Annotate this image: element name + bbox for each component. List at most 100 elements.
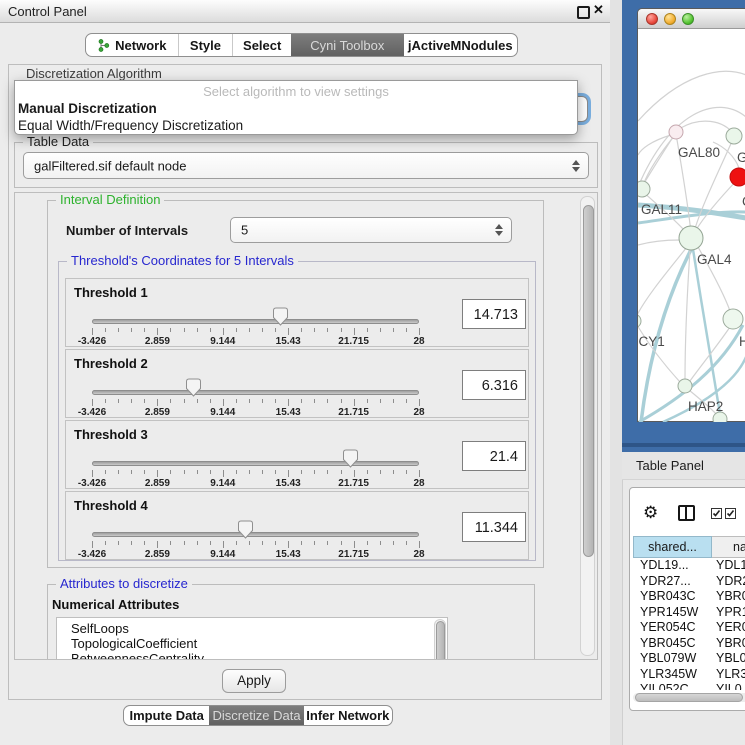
table-rows: YDL19...YDL1YDR27...YDR2YBR043CYBR0YPR14…: [633, 558, 745, 690]
tab-network[interactable]: Network: [86, 34, 178, 56]
num-intervals-combobox[interactable]: 5: [230, 217, 512, 243]
control-panel: Control Panel ✕ Network Style Select: [0, 0, 611, 745]
dropdown-option-equal-width[interactable]: Equal Width/Frequency Discretization: [18, 118, 243, 133]
network-window-titlebar[interactable]: [638, 9, 745, 29]
tab-impute-data[interactable]: Impute Data: [124, 706, 209, 725]
cell-name: YER0: [716, 620, 745, 634]
cell-shared-name: YBR043C: [640, 589, 696, 603]
threshold-value-field[interactable]: 11.344: [462, 512, 526, 542]
slider-tick: [275, 541, 276, 545]
dropdown-option-manual[interactable]: Manual Discretization: [18, 101, 157, 116]
network-node[interactable]: [638, 314, 641, 328]
scrollbar-thumb[interactable]: [436, 621, 445, 660]
attributes-scrollbar[interactable]: [434, 619, 446, 660]
slider-tick: [380, 541, 381, 545]
combo-spinner-icon: [494, 224, 503, 236]
table-row[interactable]: YIL052CYIL0: [633, 682, 745, 690]
slider-tick-label: 21.715: [338, 336, 369, 347]
network-node[interactable]: [726, 128, 742, 144]
apply-button[interactable]: Apply: [222, 669, 286, 693]
column-header-name[interactable]: na: [712, 536, 745, 558]
slider-tick-label: -3.426: [78, 478, 106, 489]
close-traffic-light-icon[interactable]: [646, 13, 658, 25]
slider-tick: [367, 328, 368, 332]
slider-tick: [144, 328, 145, 332]
table-row[interactable]: YPR145WYPR1: [633, 605, 745, 621]
table-row[interactable]: YBR043CYBR0: [633, 589, 745, 605]
slider-tick: [301, 541, 302, 545]
gear-icon[interactable]: ⚙: [643, 503, 658, 523]
slider-tick: [419, 470, 420, 477]
attributes-group: Attributes to discretize Numerical Attri…: [47, 584, 535, 660]
close-icon[interactable]: ✕: [593, 2, 604, 18]
checkbox-icon[interactable]: [711, 508, 722, 519]
attribute-item[interactable]: SelfLoops: [57, 621, 447, 636]
slider-handle[interactable]: [343, 449, 358, 468]
slider-handle[interactable]: [186, 378, 201, 397]
table-panel-card: ⚙ shared... na YDL19...YDL1YDR27...YDR2Y…: [629, 487, 745, 711]
settings-scrollpane: Interval Definition Number of Intervals …: [14, 192, 598, 660]
table-data-group-title: Table Data: [23, 135, 93, 149]
table-row[interactable]: YBR045CYBR0: [633, 636, 745, 652]
node-label: GCY1: [638, 334, 665, 349]
slider-tick: [236, 399, 237, 403]
network-node[interactable]: [638, 181, 650, 197]
tab-style[interactable]: Style: [178, 34, 233, 56]
slider-tick-label: 15.43: [276, 478, 301, 489]
table-row[interactable]: YDL19...YDL1: [633, 558, 745, 574]
table-row[interactable]: YDR27...YDR2: [633, 574, 745, 590]
slider-handle[interactable]: [238, 520, 253, 539]
column-settings-icon[interactable]: [678, 505, 695, 521]
network-edge: [638, 71, 745, 121]
slider-tick: [314, 399, 315, 403]
network-node[interactable]: [730, 168, 745, 186]
tab-cyni-toolbox[interactable]: Cyni Toolbox: [291, 34, 403, 56]
slider-track[interactable]: [92, 390, 419, 395]
network-node[interactable]: [679, 226, 703, 250]
column-header-shared[interactable]: shared...: [633, 536, 712, 558]
tab-jactivemnodules[interactable]: jActiveMNodules: [404, 34, 517, 56]
attribute-item[interactable]: BetweennessCentrality: [57, 651, 447, 660]
node-label: GAL11: [641, 202, 682, 217]
slider-tick-label: 21.715: [338, 407, 369, 418]
table-row[interactable]: YER054CYER0: [633, 620, 745, 636]
interval-definition-title: Interval Definition: [56, 193, 164, 207]
slider-tick: [144, 541, 145, 545]
slider-tick: [236, 328, 237, 332]
network-node[interactable]: [723, 309, 743, 329]
network-canvas[interactable]: GAL80GACGAL11GAL4GCY1HHAP2: [638, 29, 745, 422]
horizontal-scrollbar[interactable]: [633, 693, 745, 702]
scrollbar-thumb[interactable]: [635, 693, 743, 702]
table-row[interactable]: YLR345WYLR3: [633, 667, 745, 683]
table-panel-title: Table Panel: [636, 458, 704, 473]
slider-track[interactable]: [92, 461, 419, 466]
checkbox-icon[interactable]: [725, 508, 736, 519]
slider-tick-label: 15.43: [276, 407, 301, 418]
slider-handle[interactable]: [273, 307, 288, 326]
threshold-value-field[interactable]: 21.4: [462, 441, 526, 471]
slider-track[interactable]: [92, 319, 419, 324]
slider-tick: [236, 541, 237, 545]
attribute-item[interactable]: TopologicalCoefficient: [57, 636, 447, 651]
float-window-icon[interactable]: [577, 6, 590, 19]
table-row[interactable]: YBL079WYBL0: [633, 651, 745, 667]
threshold-value-field[interactable]: 14.713: [462, 299, 526, 329]
slider-tick: [157, 470, 158, 477]
table-data-combobox[interactable]: galFiltered.sif default node: [23, 152, 589, 179]
network-node[interactable]: [678, 379, 692, 393]
threshold-value-field[interactable]: 6.316: [462, 370, 526, 400]
tab-discretize-data[interactable]: Discretize Data: [209, 706, 303, 725]
numerical-attributes-label: Numerical Attributes: [52, 597, 179, 612]
network-node[interactable]: [669, 125, 683, 139]
scrollbar-thumb[interactable]: [583, 205, 594, 557]
slider-tick: [393, 470, 394, 474]
zoom-traffic-light-icon[interactable]: [682, 13, 694, 25]
slider-track[interactable]: [92, 532, 419, 537]
tab-infer-network[interactable]: Infer Network: [304, 706, 392, 725]
settings-scrollbar[interactable]: [580, 196, 595, 656]
minimize-traffic-light-icon[interactable]: [664, 13, 676, 25]
tab-select[interactable]: Select: [232, 34, 291, 56]
slider-tick: [157, 399, 158, 406]
panel-title: Control Panel: [8, 4, 87, 19]
slider-tick: [170, 541, 171, 545]
